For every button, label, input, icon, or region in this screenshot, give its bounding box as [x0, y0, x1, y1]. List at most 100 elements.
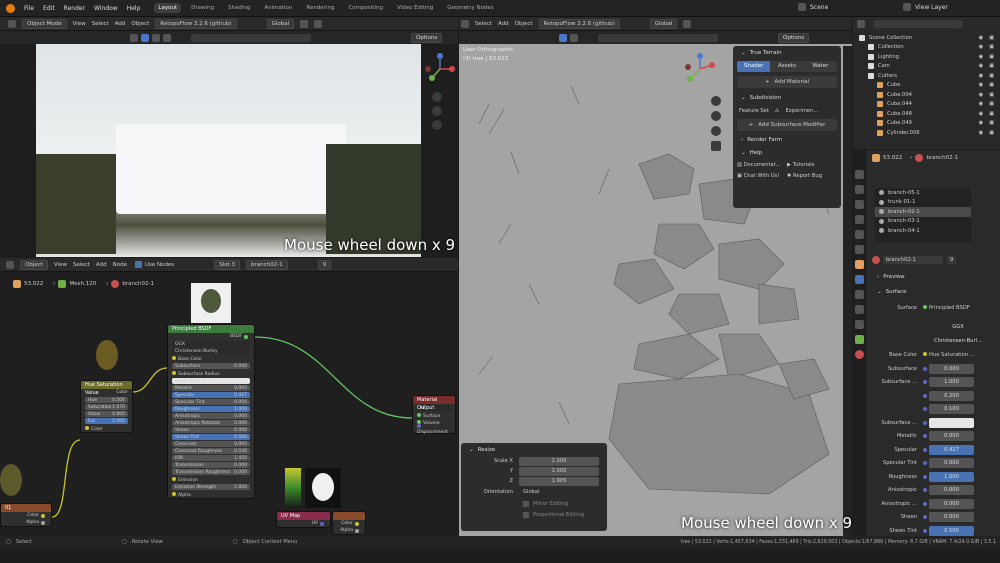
- right-pan-icon[interactable]: [711, 111, 721, 121]
- node-menu-add[interactable]: Add: [96, 262, 107, 268]
- menu-help[interactable]: Help: [127, 5, 141, 12]
- material-output-node[interactable]: Material Output All Surface Volume Displ…: [412, 395, 456, 435]
- scene-selector[interactable]: Scene: [795, 3, 828, 11]
- property-socket-icon[interactable]: [923, 515, 927, 520]
- menu-window[interactable]: Window: [94, 5, 118, 12]
- outliner-row[interactable]: Collection ◉ ▣: [853, 43, 1000, 53]
- property-value-field[interactable]: 1.000: [929, 471, 974, 482]
- report-bug-button[interactable]: ✱ Report Bug: [787, 173, 837, 179]
- material-users-field[interactable]: 9: [947, 255, 957, 264]
- bsdf-row[interactable]: Subsurface 0.000: [172, 363, 250, 369]
- object-tab-icon[interactable]: [855, 260, 864, 269]
- true-terrain-title[interactable]: ⌄ True Terrain: [733, 46, 841, 59]
- scale-x-field[interactable]: 1.000: [519, 456, 599, 466]
- add-material-button[interactable]: + Add Material: [737, 76, 837, 88]
- property-socket-icon[interactable]: [923, 434, 927, 439]
- tab-rendering[interactable]: Rendering: [302, 3, 338, 13]
- property-socket-icon[interactable]: [923, 447, 927, 452]
- property-value-field[interactable]: 0.000: [929, 512, 974, 523]
- bsdf-row[interactable]: Clearcoat Roughness 0.030: [172, 448, 250, 454]
- world-tab-icon[interactable]: [855, 245, 864, 254]
- property-socket-icon[interactable]: [923, 366, 927, 371]
- right-editor-type-icon[interactable]: [461, 19, 469, 28]
- outliner-row[interactable]: Cutters ◉ ▣: [853, 71, 1000, 81]
- property-socket-icon[interactable]: [923, 393, 927, 398]
- npanel-side-tabs[interactable]: [843, 46, 852, 536]
- scale-z-field[interactable]: 1.905: [519, 476, 599, 486]
- subdivision-section[interactable]: ⌄ Subdivision: [733, 91, 841, 104]
- shader-type-dropdown[interactable]: Object: [20, 259, 48, 270]
- bsdf-row[interactable]: Emission Strength 1.000: [172, 484, 250, 490]
- eye-icon[interactable]: ◉: [979, 44, 984, 50]
- property-value-field[interactable]: 0.000: [929, 458, 974, 469]
- viewport-search[interactable]: [191, 33, 311, 42]
- bsdf-row[interactable]: IOR 1.450: [172, 455, 250, 461]
- distribution-dropdown[interactable]: GGX: [923, 321, 993, 332]
- camera-render-view[interactable]: [36, 44, 421, 257]
- outliner-row[interactable]: Cube.044 ◉ ▣: [853, 100, 1000, 110]
- material-users[interactable]: 9: [317, 259, 332, 270]
- menu-edit[interactable]: Edit: [43, 5, 55, 12]
- bsdf-row[interactable]: Metallic 0.000: [172, 385, 250, 391]
- bsdf-row[interactable]: Specular Tint 0.000: [172, 399, 250, 405]
- right-snap-icon[interactable]: [683, 19, 692, 28]
- node-editor-type-icon[interactable]: [6, 260, 14, 269]
- camera-visibility-icon[interactable]: ▣: [989, 54, 994, 60]
- bsdf-row[interactable]: Transmission 0.000: [172, 462, 250, 468]
- surface-shader-field[interactable]: Principled BSDF: [923, 304, 970, 311]
- right-options-dropdown[interactable]: Options: [778, 32, 810, 43]
- image-texture-node-left[interactable]: 01 Color Alpha: [0, 503, 52, 527]
- right-menu-select[interactable]: Select: [475, 21, 492, 27]
- hsv-hue-field[interactable]: Hue 0.500: [85, 397, 128, 403]
- camera-visibility-icon[interactable]: ▣: [989, 63, 994, 69]
- tab-animation[interactable]: Animation: [260, 3, 296, 13]
- tab-drawing[interactable]: Drawing: [187, 3, 218, 13]
- camera-view-icon[interactable]: [432, 120, 442, 130]
- blender-logo-icon[interactable]: [6, 3, 15, 13]
- tab-shading[interactable]: Shading: [224, 3, 254, 13]
- transform-orientation-dropdown[interactable]: Global: [266, 18, 295, 29]
- help-section[interactable]: ⌄ Help: [733, 146, 841, 159]
- principled-bsdf-node[interactable]: Principled BSDF BSDF GGX Christensen-Bur…: [167, 324, 255, 499]
- eye-icon[interactable]: ◉: [979, 82, 984, 88]
- bsdf-row[interactable]: Roughness 1.000: [172, 406, 250, 412]
- preview-section[interactable]: › Preview: [869, 270, 905, 283]
- menu-add[interactable]: Add: [115, 21, 126, 27]
- tab-compositing[interactable]: Compositing: [344, 3, 386, 13]
- material-slot-item[interactable]: branch-02-1: [875, 207, 971, 217]
- right-zoom-icon[interactable]: [711, 96, 721, 106]
- pan-hand-icon[interactable]: [432, 106, 442, 116]
- subsurface-method-dropdown[interactable]: Christensen-Burl...: [923, 335, 993, 346]
- property-value-field[interactable]: 0.200: [929, 390, 974, 401]
- eye-icon[interactable]: ◉: [979, 111, 984, 117]
- proportional-editing-row[interactable]: Proportional Editing: [461, 509, 607, 520]
- bsdf-row[interactable]: Sheen 0.000: [172, 427, 250, 433]
- add-subsurface-button[interactable]: + Add Subsurface Modifier: [737, 119, 837, 131]
- camera-visibility-icon[interactable]: ▣: [989, 44, 994, 50]
- chat-button[interactable]: ▣ Chat With Us!: [737, 173, 787, 179]
- bsdf-row[interactable]: Sheen Tint 0.500: [172, 434, 250, 440]
- bsdf-row[interactable]: Subsurface C...: [172, 378, 250, 384]
- hsv-value-field[interactable]: Value 0.800: [85, 411, 128, 417]
- bsdf-row[interactable]: Anisotropic 0.000: [172, 413, 250, 419]
- tab-shader[interactable]: Shader: [737, 60, 771, 72]
- outliner-row[interactable]: Cube.049 ◉ ▣: [853, 119, 1000, 129]
- constraints-tab-icon[interactable]: [855, 320, 864, 329]
- eye-icon[interactable]: ◉: [979, 130, 984, 136]
- material-shading-icon[interactable]: [152, 33, 160, 42]
- uv-map-node[interactable]: UV Map UV: [276, 511, 331, 528]
- options-dropdown[interactable]: Options: [411, 32, 443, 43]
- render-farm-section[interactable]: › Render Farm: [733, 133, 841, 146]
- output-tab-icon[interactable]: [855, 200, 864, 209]
- bsdf-row[interactable]: Clearcoat 0.000: [172, 441, 250, 447]
- eye-icon[interactable]: ◉: [979, 92, 984, 98]
- property-value-field[interactable]: 0.000: [929, 485, 974, 496]
- modifier-tab-icon[interactable]: [855, 275, 864, 284]
- material-dropdown[interactable]: branch02-1: [246, 259, 288, 270]
- base-color-field[interactable]: Hue Saturation ...: [923, 351, 975, 358]
- render-tab-icon[interactable]: [855, 185, 864, 194]
- menu-select[interactable]: Select: [92, 21, 109, 27]
- menu-object[interactable]: Object: [131, 21, 149, 27]
- material-slot-item[interactable]: trunk-01-1: [875, 198, 971, 208]
- outliner-row[interactable]: Cube ◉ ▣: [853, 81, 1000, 91]
